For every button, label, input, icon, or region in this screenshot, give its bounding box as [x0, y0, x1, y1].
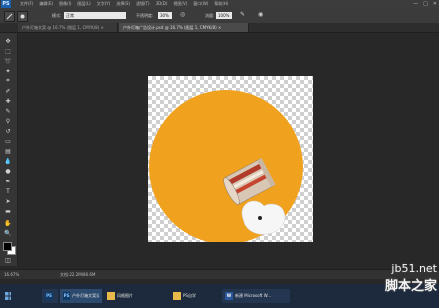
- taskbar-folder-2[interactable]: PS自学: [170, 289, 220, 303]
- menu-bar: PS 文件(F) 编辑(E) 图像(I) 图层(L) 文字(Y) 选择(S) 滤镜(T) 3D…: [0, 0, 439, 8]
- menu-item[interactable]: 编辑(E): [39, 0, 53, 8]
- menu-item[interactable]: 图像(I): [59, 0, 71, 8]
- document-info[interactable]: 文档:22.2M/86.6M: [60, 270, 95, 279]
- opacity-label: 不透明度:: [136, 13, 154, 18]
- brush-tool-preset-icon[interactable]: [4, 11, 15, 22]
- menu-item[interactable]: 3D(D): [156, 0, 168, 8]
- photoshop-logo-icon[interactable]: PS: [1, 0, 11, 8]
- opacity-field[interactable]: 30%: [158, 12, 172, 19]
- menu-item[interactable]: 图层(L): [77, 0, 90, 8]
- artwork: [149, 90, 303, 242]
- start-button[interactable]: [2, 289, 14, 303]
- folder-icon: [173, 292, 181, 300]
- minimize-button[interactable]: —: [413, 0, 418, 8]
- taskbar-photoshop[interactable]: PS: [42, 289, 58, 303]
- windows-taskbar: PS PS 户外灯箱文案设计.ps... 风格图片 PS自学 W 新建 Micr…: [0, 284, 439, 308]
- menu-item[interactable]: 视图(V): [173, 0, 187, 8]
- canvas-area: [18, 33, 439, 269]
- menu-item[interactable]: 窗口(W): [193, 0, 208, 8]
- window-controls: — □ ✕: [413, 0, 437, 8]
- brush-preset-picker[interactable]: [17, 11, 28, 22]
- white-hand-shape: [241, 200, 286, 235]
- taskbar-psd-document[interactable]: PS 户外灯箱文案设计.ps...: [60, 289, 102, 303]
- foreground-color-swatch[interactable]: [3, 242, 12, 251]
- flow-label: 流量:: [205, 13, 215, 18]
- airbrush-icon[interactable]: ✎: [240, 11, 250, 20]
- hand-dark-spot: [258, 216, 262, 220]
- maximize-button[interactable]: □: [423, 0, 428, 8]
- watermark-url: jb51.net: [391, 262, 437, 275]
- close-button[interactable]: ✕: [433, 0, 437, 8]
- crop-tool-icon[interactable]: ⌗: [3, 77, 13, 85]
- hand-tool-icon[interactable]: ✋: [3, 219, 13, 227]
- shape-tool-icon[interactable]: ▬: [3, 207, 13, 215]
- mode-label: 模式:: [52, 13, 62, 18]
- type-tool-icon[interactable]: T: [3, 187, 13, 195]
- folder-icon: [107, 292, 115, 300]
- taskbar-label: 户外灯箱文案设计.ps...: [72, 293, 99, 298]
- brush-tool-icon[interactable]: ✎: [3, 107, 13, 115]
- options-bar: 模式: 正常 不透明度: 30% ◎ 流量: 100% ✎ ◉: [0, 8, 439, 24]
- taskbar-label: PS自学: [183, 293, 196, 298]
- menu-items: 文件(F) 编辑(E) 图像(I) 图层(L) 文字(Y) 选择(S) 滤镜(T) 3D(D)…: [20, 0, 228, 8]
- word-icon: W: [225, 292, 233, 300]
- taskbar-word[interactable]: W 新建 Microsoft W...: [222, 289, 290, 303]
- taskbar-label: 新建 Microsoft W...: [235, 293, 272, 298]
- zoom-level[interactable]: 16.67%: [4, 270, 19, 279]
- lasso-tool-icon[interactable]: ➰: [3, 57, 13, 65]
- move-tool-icon[interactable]: ✥: [3, 37, 13, 45]
- tab-document-2[interactable]: 户外灯箱广告设计.psd @ 16.7% (图层 1, CMYK/8) ×: [119, 23, 249, 32]
- flow-field[interactable]: 100%: [216, 12, 232, 19]
- taskbar-label: 风格图片: [117, 293, 133, 298]
- eyedropper-tool-icon[interactable]: ✐: [3, 87, 13, 95]
- clone-stamp-tool-icon[interactable]: ⚲: [3, 117, 13, 125]
- watermark-name: 脚本之家: [384, 279, 437, 294]
- eraser-tool-icon[interactable]: ▭: [3, 137, 13, 145]
- pen-tool-icon[interactable]: ✒: [3, 177, 13, 185]
- path-selection-tool-icon[interactable]: ➤: [3, 197, 13, 205]
- menu-item[interactable]: 滤镜(T): [136, 0, 150, 8]
- menu-item[interactable]: 帮助(H): [214, 0, 228, 8]
- photoshop-icon: PS: [45, 292, 53, 300]
- document-tabs: 户外灯箱文案 @ 16.7% (图层 1, CMYK/8) × 户外灯箱广告设计…: [0, 23, 439, 33]
- document-canvas[interactable]: [148, 76, 313, 242]
- blur-tool-icon[interactable]: 💧: [3, 157, 13, 165]
- quick-select-tool-icon[interactable]: ✦: [3, 67, 13, 75]
- history-brush-tool-icon[interactable]: ↺: [3, 127, 13, 135]
- taskbar-folder-1[interactable]: 风格图片: [104, 289, 160, 303]
- menu-item[interactable]: 文件(F): [20, 0, 33, 8]
- tools-panel: ✥ ⬚ ➰ ✦ ⌗ ✐ ✚ ✎ ⚲ ↺ ▭ ▤ 💧 ● ✒ T ➤ ▬ ✋ 🔍 …: [0, 33, 18, 266]
- site-watermark: jb51.net 脚本之家: [385, 262, 437, 294]
- photoshop-icon: PS: [63, 292, 71, 300]
- pressure-opacity-icon[interactable]: ◎: [180, 11, 190, 20]
- quick-mask-icon[interactable]: ◫: [3, 256, 13, 264]
- dodge-tool-icon[interactable]: ●: [3, 167, 13, 175]
- status-bar: 16.67% 文档:22.2M/86.6M: [0, 269, 439, 279]
- pressure-size-icon[interactable]: ◉: [258, 11, 268, 20]
- gradient-tool-icon[interactable]: ▤: [3, 147, 13, 155]
- marquee-tool-icon[interactable]: ⬚: [3, 47, 13, 55]
- menu-item[interactable]: 文字(Y): [97, 0, 111, 8]
- mode-select[interactable]: 正常: [64, 12, 126, 19]
- healing-brush-tool-icon[interactable]: ✚: [3, 97, 13, 105]
- menu-item[interactable]: 选择(S): [116, 0, 130, 8]
- zoom-tool-icon[interactable]: 🔍: [3, 229, 13, 237]
- tab-document-1[interactable]: 户外灯箱文案 @ 16.7% (图层 1, CMYK/8) ×: [18, 23, 118, 32]
